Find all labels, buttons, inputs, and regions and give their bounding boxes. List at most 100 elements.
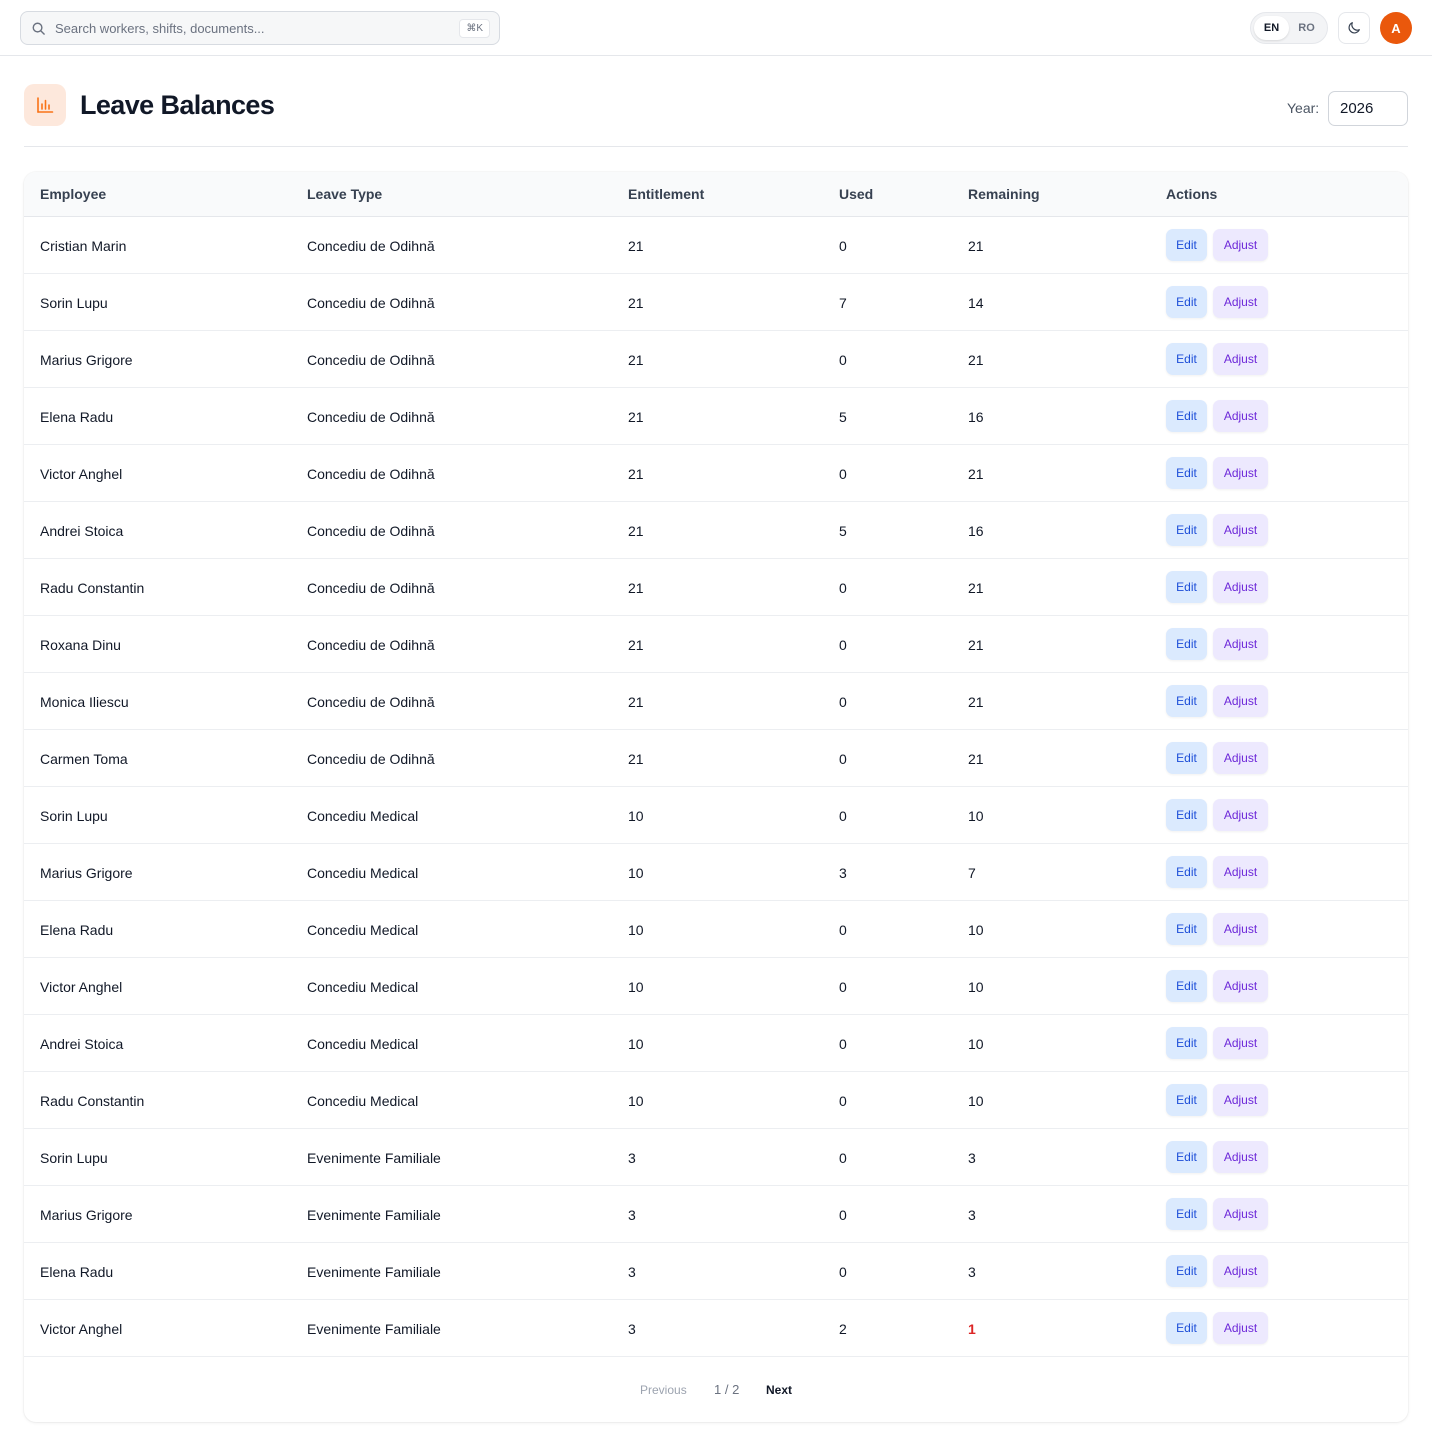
edit-button[interactable]: Edit: [1166, 1141, 1207, 1173]
leave-type-cell: Evenimente Familiale: [307, 1207, 441, 1223]
table-row: Monica Iliescu Concediu de Odihnă 21 0 21 Edi…: [24, 673, 1408, 730]
table-row: Andrei Stoica Concediu Medical 10 0 10 Edit Ad…: [24, 1015, 1408, 1072]
table-row: Andrei Stoica Concediu de Odihnă 21 5 16 Edit…: [24, 502, 1408, 559]
search-input[interactable]: Search workers, shifts, documents... ⌘K: [20, 11, 500, 45]
adjust-button[interactable]: Adjust: [1213, 400, 1268, 432]
remaining-cell: 21: [968, 637, 984, 653]
edit-button[interactable]: Edit: [1166, 1084, 1207, 1116]
edit-button[interactable]: Edit: [1166, 1198, 1207, 1230]
table-row: Elena Radu Concediu Medical 10 0 10 Edit Adjus…: [24, 901, 1408, 958]
leave-balances-table: Employee Leave Type Entitlement Used Rem…: [24, 172, 1408, 1422]
header-divider: [24, 146, 1408, 147]
adjust-button[interactable]: Adjust: [1213, 685, 1268, 717]
entitlement-cell: 21: [628, 751, 644, 767]
leave-type-cell: Concediu de Odihnă: [307, 409, 435, 425]
remaining-cell: 16: [968, 523, 984, 539]
employee-cell: Elena Radu: [40, 922, 114, 938]
edit-button[interactable]: Edit: [1166, 229, 1207, 261]
theme-toggle-button[interactable]: [1338, 12, 1370, 44]
edit-button[interactable]: Edit: [1166, 457, 1207, 489]
adjust-button[interactable]: Adjust: [1213, 913, 1268, 945]
edit-button[interactable]: Edit: [1166, 970, 1207, 1002]
employee-cell: Victor Anghel: [40, 466, 123, 482]
adjust-button[interactable]: Adjust: [1213, 343, 1268, 375]
edit-button[interactable]: Edit: [1166, 913, 1207, 945]
leave-type-cell: Concediu Medical: [307, 808, 419, 824]
adjust-button[interactable]: Adjust: [1213, 970, 1268, 1002]
leave-type-cell: Concediu de Odihnă: [307, 523, 435, 539]
language-option-en[interactable]: EN: [1254, 16, 1289, 40]
edit-button[interactable]: Edit: [1166, 628, 1207, 660]
edit-button[interactable]: Edit: [1166, 1027, 1207, 1059]
adjust-button[interactable]: Adjust: [1213, 856, 1268, 888]
adjust-button[interactable]: Adjust: [1213, 628, 1268, 660]
adjust-button[interactable]: Adjust: [1213, 1027, 1268, 1059]
entitlement-cell: 3: [628, 1207, 636, 1223]
remaining-cell: 10: [968, 922, 984, 938]
leave-type-cell: Evenimente Familiale: [307, 1321, 441, 1337]
employee-cell: Radu Constantin: [40, 1093, 145, 1109]
remaining-cell: 14: [968, 295, 984, 311]
remaining-cell: 21: [968, 466, 984, 482]
adjust-button[interactable]: Adjust: [1213, 514, 1268, 546]
edit-button[interactable]: Edit: [1166, 1312, 1207, 1344]
remaining-cell: 3: [968, 1264, 976, 1280]
leave-type-cell: Concediu de Odihnă: [307, 694, 435, 710]
employee-cell: Elena Radu: [40, 1264, 114, 1280]
edit-button[interactable]: Edit: [1166, 286, 1207, 318]
leave-type-cell: Concediu Medical: [307, 865, 419, 881]
adjust-button[interactable]: Adjust: [1213, 1084, 1268, 1116]
entitlement-cell: 10: [628, 808, 644, 824]
remaining-cell: 10: [968, 979, 984, 995]
entitlement-cell: 3: [628, 1321, 636, 1337]
entitlement-cell: 21: [628, 580, 644, 596]
leave-type-cell: Concediu de Odihnă: [307, 580, 435, 596]
edit-button[interactable]: Edit: [1166, 571, 1207, 603]
employee-cell: Monica Iliescu: [40, 694, 129, 710]
employee-cell: Andrei Stoica: [40, 523, 124, 539]
adjust-button[interactable]: Adjust: [1213, 742, 1268, 774]
avatar[interactable]: A: [1380, 12, 1412, 44]
edit-button[interactable]: Edit: [1166, 1255, 1207, 1287]
used-cell: 3: [839, 865, 847, 881]
entitlement-cell: 10: [628, 1036, 644, 1052]
adjust-button[interactable]: Adjust: [1213, 1255, 1268, 1287]
previous-page-button[interactable]: Previous: [640, 1383, 687, 1397]
table-row: Sorin Lupu Concediu de Odihnă 21 7 14 Edit Adj…: [24, 274, 1408, 331]
remaining-cell: 21: [968, 352, 984, 368]
adjust-button[interactable]: Adjust: [1213, 1312, 1268, 1344]
edit-button[interactable]: Edit: [1166, 799, 1207, 831]
entitlement-cell: 10: [628, 922, 644, 938]
adjust-button[interactable]: Adjust: [1213, 1198, 1268, 1230]
entitlement-cell: 21: [628, 466, 644, 482]
adjust-button[interactable]: Adjust: [1213, 286, 1268, 318]
remaining-cell: 21: [968, 238, 984, 254]
remaining-cell: 21: [968, 580, 984, 596]
employee-cell: Sorin Lupu: [40, 808, 108, 824]
adjust-button[interactable]: Adjust: [1213, 1141, 1268, 1173]
search-icon: [32, 22, 45, 35]
leave-type-cell: Concediu Medical: [307, 979, 419, 995]
entitlement-cell: 10: [628, 1093, 644, 1109]
adjust-button[interactable]: Adjust: [1213, 229, 1268, 261]
employee-cell: Cristian Marin: [40, 238, 127, 254]
adjust-button[interactable]: Adjust: [1213, 799, 1268, 831]
column-header-actions: Actions: [1166, 186, 1218, 202]
language-option-ro[interactable]: RO: [1289, 16, 1324, 40]
next-page-button[interactable]: Next: [766, 1383, 792, 1397]
used-cell: 0: [839, 922, 847, 938]
used-cell: 0: [839, 238, 847, 254]
employee-cell: Marius Grigore: [40, 1207, 133, 1223]
edit-button[interactable]: Edit: [1166, 742, 1207, 774]
year-input[interactable]: 2026: [1328, 91, 1408, 126]
edit-button[interactable]: Edit: [1166, 856, 1207, 888]
remaining-cell: 1: [968, 1321, 976, 1337]
leave-type-cell: Concediu Medical: [307, 1093, 419, 1109]
edit-button[interactable]: Edit: [1166, 685, 1207, 717]
adjust-button[interactable]: Adjust: [1213, 571, 1268, 603]
adjust-button[interactable]: Adjust: [1213, 457, 1268, 489]
used-cell: 0: [839, 580, 847, 596]
edit-button[interactable]: Edit: [1166, 343, 1207, 375]
edit-button[interactable]: Edit: [1166, 514, 1207, 546]
edit-button[interactable]: Edit: [1166, 400, 1207, 432]
